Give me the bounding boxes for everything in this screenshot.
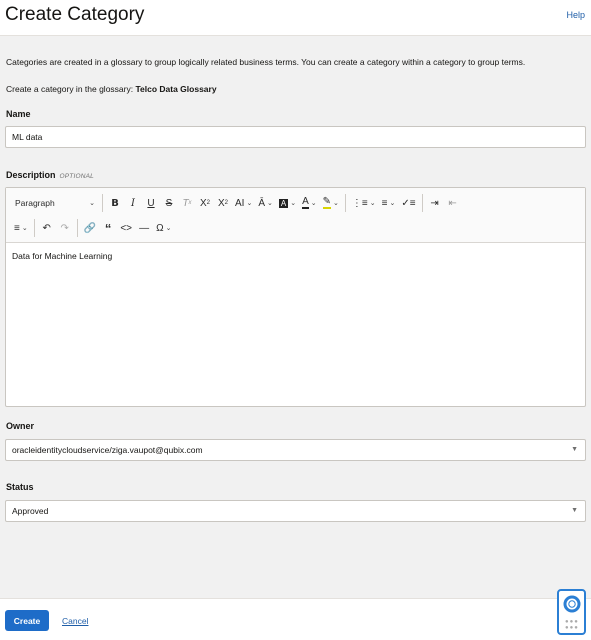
blockquote-icon[interactable]: “ — [99, 218, 117, 238]
italic-icon[interactable]: I — [124, 193, 142, 213]
toolbar-separator — [76, 219, 78, 237]
status-value: Approved — [12, 506, 49, 516]
redo-icon[interactable]: ↷ — [56, 218, 74, 238]
owner-value: oracleidentitycloudservice/ziga.vaupot@q… — [12, 445, 203, 455]
drag-handle-icon[interactable]: ●●● ●●● — [565, 619, 579, 631]
toolbar-separator — [421, 194, 423, 212]
chevron-down-icon: ⌄ — [165, 225, 172, 232]
description-text-area[interactable]: Data for Machine Learning — [6, 243, 585, 269]
link-icon[interactable]: 🔗 — [81, 218, 99, 238]
toolbar-separator — [344, 194, 346, 212]
font-family-icon[interactable]: Ā ⌄ — [255, 193, 276, 213]
glossary-prefix: Create a category in the glossary: — [6, 84, 134, 94]
underline-icon[interactable]: U — [142, 193, 160, 213]
code-icon[interactable]: <> — [117, 218, 135, 238]
status-label: Status — [6, 482, 34, 492]
name-label: Name — [6, 109, 31, 119]
glossary-info: Create a category in the glossary: Telco… — [6, 84, 217, 94]
help-center-widget[interactable]: ●●● ●●● — [557, 589, 586, 635]
cancel-link[interactable]: Cancel — [62, 616, 88, 626]
bulleted-list-icon[interactable]: ⋮≡ ⌄ — [349, 193, 379, 213]
subscript-icon[interactable]: X2 — [196, 193, 214, 213]
optional-tag: OPTIONAL — [59, 173, 94, 180]
indent-icon[interactable]: ⇥ — [426, 193, 444, 213]
page-title: Create Category — [5, 4, 145, 25]
help-link[interactable]: Help — [566, 10, 585, 20]
chevron-down-icon: ⌄ — [369, 200, 376, 207]
paragraph-style-label: Paragraph — [15, 198, 55, 208]
footer-bar: Create Cancel — [0, 598, 591, 640]
description-label: Description OPTIONAL — [6, 170, 94, 180]
chevron-down-icon: ⌄ — [333, 200, 339, 207]
special-characters-icon[interactable]: Ω ⌄ — [153, 218, 174, 238]
chevron-down-icon: ⌄ — [89, 200, 95, 207]
horizontal-line-icon[interactable]: — — [135, 218, 153, 238]
caret-down-icon: ▼ — [571, 507, 578, 514]
undo-icon[interactable]: ↶ — [38, 218, 56, 238]
glossary-name: Telco Data Glossary — [135, 84, 217, 94]
font-size-icon[interactable]: AI ⌄ — [232, 193, 255, 213]
clear-format-icon[interactable]: Tx — [178, 193, 196, 213]
status-select[interactable]: Approved ▼ — [5, 500, 586, 522]
owner-label: Owner — [6, 421, 35, 431]
toolbar-separator — [33, 219, 35, 237]
create-button[interactable]: Create — [5, 610, 49, 631]
page-header: Create Category Help — [0, 0, 591, 36]
chevron-down-icon: ⌄ — [21, 225, 28, 232]
font-color-icon[interactable]: A ⌄ — [299, 193, 320, 213]
background-color-icon[interactable]: A ⌄ — [276, 193, 299, 213]
lifebuoy-icon — [563, 595, 581, 613]
bold-icon[interactable]: B — [106, 193, 124, 213]
caret-down-icon: ▼ — [571, 446, 578, 453]
numbered-list-icon[interactable]: ≡ ⌄ — [379, 193, 399, 213]
highlight-icon[interactable]: ✎ ⌄ — [320, 193, 342, 213]
paragraph-style-dropdown[interactable]: Paragraph ⌄ — [11, 193, 99, 213]
toolbar-separator — [102, 194, 103, 212]
owner-select[interactable]: oracleidentitycloudservice/ziga.vaupot@q… — [5, 439, 586, 461]
chevron-down-icon: ⌄ — [290, 200, 297, 207]
alignment-icon[interactable]: ≡ ⌄ — [11, 218, 31, 238]
chevron-down-icon: ⌄ — [389, 200, 396, 207]
superscript-icon[interactable]: X2 — [214, 193, 232, 213]
todo-list-icon[interactable]: ✓≡ — [398, 193, 418, 213]
name-input[interactable]: ML data — [5, 126, 586, 148]
strikethrough-icon[interactable]: S — [160, 193, 178, 213]
description-editor: Paragraph ⌄ B I U S Tx X2 X2 AI ⌄ Ā ⌄ A ⌄ A… — [5, 187, 586, 407]
intro-text: Categories are created in a glossary to … — [6, 57, 526, 67]
chevron-down-icon: ⌄ — [310, 200, 317, 207]
outdent-icon[interactable]: ⇤ — [444, 193, 462, 213]
chevron-down-icon: ⌄ — [267, 200, 273, 207]
description-label-text: Description — [6, 170, 56, 180]
chevron-down-icon: ⌄ — [246, 200, 253, 207]
editor-toolbar: Paragraph ⌄ B I U S Tx X2 X2 AI ⌄ Ā ⌄ A ⌄ A… — [6, 188, 585, 243]
